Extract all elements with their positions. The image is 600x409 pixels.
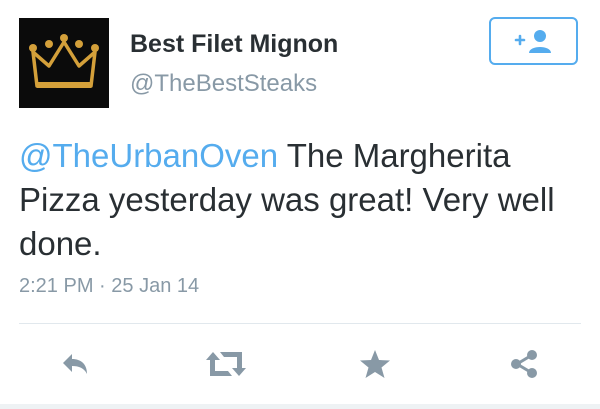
follow-button[interactable] [489, 17, 578, 65]
bottom-strip [0, 404, 600, 409]
reply-icon [63, 354, 87, 374]
meta-separator: · [99, 275, 106, 297]
favorite-button[interactable] [353, 342, 397, 386]
user-handle[interactable]: @TheBestSteaks [130, 70, 317, 98]
mention-link[interactable]: @TheUrbanOven [19, 137, 278, 174]
avatar[interactable] [19, 18, 109, 108]
tweet-text: @TheUrbanOven The Margherita Pizza yeste… [19, 134, 589, 266]
share-icon [511, 350, 537, 378]
divider [19, 323, 581, 324]
display-name[interactable]: Best Filet Mignon [130, 30, 338, 59]
reply-button[interactable] [53, 342, 97, 386]
retweet-button[interactable] [204, 342, 248, 386]
follow-user-icon [514, 30, 551, 53]
tweet-time: 2:21 PM [19, 275, 94, 297]
retweet-icon [206, 352, 246, 376]
star-icon [360, 350, 390, 378]
crown-logo-icon [29, 34, 99, 88]
share-button[interactable] [502, 342, 546, 386]
tweet-timestamp: 2:21 PM · 25 Jan 14 [19, 275, 199, 298]
tweet-date: 25 Jan 14 [111, 275, 200, 297]
